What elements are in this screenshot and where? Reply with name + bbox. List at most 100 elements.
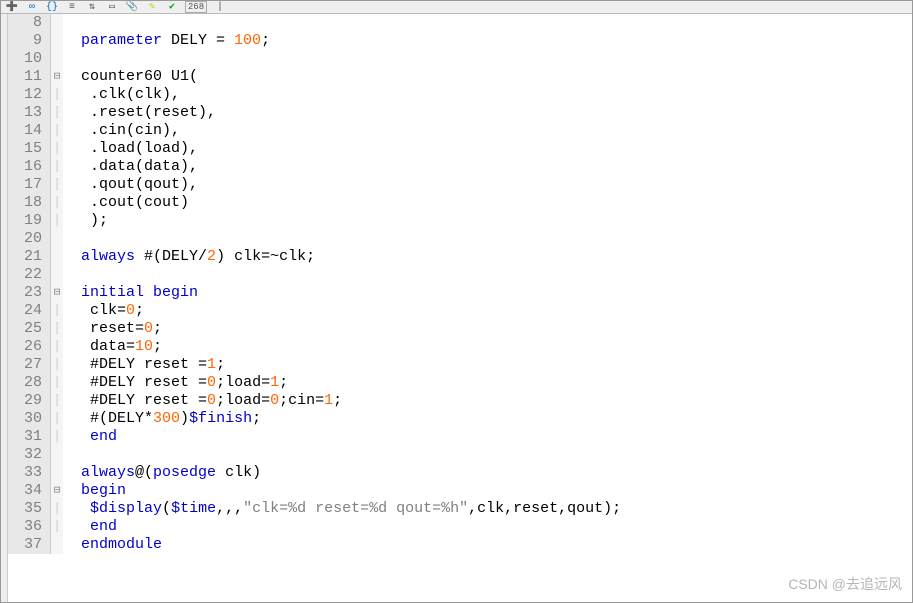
- code-line[interactable]: 10: [8, 50, 912, 68]
- code-text[interactable]: .clk(clk),: [63, 86, 912, 104]
- fold-marker: [51, 230, 63, 248]
- code-text[interactable]: #(DELY*300)$finish;: [63, 410, 912, 428]
- split-icon[interactable]: ≡: [65, 2, 79, 12]
- code-line[interactable]: 15│ .load(load),: [8, 140, 912, 158]
- code-line[interactable]: 18│ .cout(cout): [8, 194, 912, 212]
- code-line[interactable]: 33 always@(posedge clk): [8, 464, 912, 482]
- code-line[interactable]: 37 endmodule: [8, 536, 912, 554]
- code-text[interactable]: #DELY reset =1;: [63, 356, 912, 374]
- code-line[interactable]: 32: [8, 446, 912, 464]
- code-text[interactable]: [63, 266, 912, 284]
- code-line[interactable]: 9 parameter DELY = 100;: [8, 32, 912, 50]
- code-text[interactable]: $display($time,,,"clk=%d reset=%d qout=%…: [63, 500, 912, 518]
- code-line[interactable]: 29│ #DELY reset =0;load=0;cin=1;: [8, 392, 912, 410]
- code-line[interactable]: 23⊟ initial begin: [8, 284, 912, 302]
- code-editor[interactable]: 89 parameter DELY = 100;1011⊟ counter60 …: [1, 14, 912, 602]
- code-line[interactable]: 34⊟ begin: [8, 482, 912, 500]
- fold-marker: │: [51, 86, 63, 104]
- code-text[interactable]: [63, 446, 912, 464]
- code-line[interactable]: 22: [8, 266, 912, 284]
- code-line[interactable]: 31│ end: [8, 428, 912, 446]
- sort-icon[interactable]: ⇅: [85, 2, 99, 12]
- code-line[interactable]: 24│ clk=0;: [8, 302, 912, 320]
- code-line[interactable]: 11⊟ counter60 U1(: [8, 68, 912, 86]
- fold-marker: │: [51, 302, 63, 320]
- line-number: 9: [8, 32, 51, 50]
- code-text[interactable]: counter60 U1(: [63, 68, 912, 86]
- code-text[interactable]: always@(posedge clk): [63, 464, 912, 482]
- line-number: 37: [8, 536, 51, 554]
- line-number: 34: [8, 482, 51, 500]
- code-line[interactable]: 12│ .clk(clk),: [8, 86, 912, 104]
- fold-marker[interactable]: ⊟: [51, 68, 63, 86]
- code-text[interactable]: clk=0;: [63, 302, 912, 320]
- code-area[interactable]: 89 parameter DELY = 100;1011⊟ counter60 …: [8, 14, 912, 602]
- fold-marker[interactable]: ⊟: [51, 482, 63, 500]
- brush-icon[interactable]: ✎: [145, 2, 159, 12]
- code-line[interactable]: 26│ data=10;: [8, 338, 912, 356]
- code-line[interactable]: 25│ reset=0;: [8, 320, 912, 338]
- code-line[interactable]: 30│ #(DELY*300)$finish;: [8, 410, 912, 428]
- line-number: 27: [8, 356, 51, 374]
- code-text[interactable]: .qout(qout),: [63, 176, 912, 194]
- code-line[interactable]: 21 always #(DELY/2) clk=~clk;: [8, 248, 912, 266]
- code-line[interactable]: 27│ #DELY reset =1;: [8, 356, 912, 374]
- code-line[interactable]: 14│ .cin(cin),: [8, 122, 912, 140]
- line-number: 13: [8, 104, 51, 122]
- code-text[interactable]: );: [63, 212, 912, 230]
- code-text[interactable]: [63, 50, 912, 68]
- code-line[interactable]: 17│ .qout(qout),: [8, 176, 912, 194]
- code-text[interactable]: begin: [63, 482, 912, 500]
- fold-marker: │: [51, 104, 63, 122]
- box-icon[interactable]: ▭: [105, 2, 119, 12]
- attach-icon[interactable]: 📎: [125, 2, 139, 12]
- line-number: 36: [8, 518, 51, 536]
- code-line[interactable]: 16│ .data(data),: [8, 158, 912, 176]
- line-number: 22: [8, 266, 51, 284]
- code-text[interactable]: end: [63, 518, 912, 536]
- code-line[interactable]: 13│ .reset(reset),: [8, 104, 912, 122]
- line-number: 8: [8, 14, 51, 32]
- braces-icon[interactable]: ∞: [25, 2, 39, 12]
- brace-pair-icon[interactable]: {}: [45, 2, 59, 12]
- fold-marker: [51, 446, 63, 464]
- code-text[interactable]: initial begin: [63, 284, 912, 302]
- code-text[interactable]: .reset(reset),: [63, 104, 912, 122]
- code-text[interactable]: #DELY reset =0;load=1;: [63, 374, 912, 392]
- line-number: 19: [8, 212, 51, 230]
- code-text[interactable]: .data(data),: [63, 158, 912, 176]
- code-text[interactable]: .cin(cin),: [63, 122, 912, 140]
- line-number: 28: [8, 374, 51, 392]
- line-number: 31: [8, 428, 51, 446]
- code-line[interactable]: 19│ );: [8, 212, 912, 230]
- code-text[interactable]: [63, 14, 912, 32]
- code-text[interactable]: .cout(cout): [63, 194, 912, 212]
- plus-icon[interactable]: ➕: [5, 2, 19, 12]
- fold-marker: [51, 50, 63, 68]
- code-text[interactable]: end: [63, 428, 912, 446]
- code-text[interactable]: parameter DELY = 100;: [63, 32, 912, 50]
- code-text[interactable]: .load(load),: [63, 140, 912, 158]
- line-number: 30: [8, 410, 51, 428]
- code-line[interactable]: 36│ end: [8, 518, 912, 536]
- fold-marker: │: [51, 176, 63, 194]
- fold-marker: │: [51, 410, 63, 428]
- check-icon[interactable]: ✔: [165, 2, 179, 12]
- code-line[interactable]: 20: [8, 230, 912, 248]
- margin-strip: [1, 14, 8, 602]
- code-text[interactable]: reset=0;: [63, 320, 912, 338]
- code-line[interactable]: 8: [8, 14, 912, 32]
- fold-marker: │: [51, 158, 63, 176]
- line-number-box[interactable]: 268: [185, 1, 207, 13]
- line-number: 10: [8, 50, 51, 68]
- code-text[interactable]: always #(DELY/2) clk=~clk;: [63, 248, 912, 266]
- line-number: 15: [8, 140, 51, 158]
- code-line[interactable]: 28│ #DELY reset =0;load=1;: [8, 374, 912, 392]
- code-text[interactable]: #DELY reset =0;load=0;cin=1;: [63, 392, 912, 410]
- fold-marker[interactable]: ⊟: [51, 284, 63, 302]
- code-line[interactable]: 35│ $display($time,,,"clk=%d reset=%d qo…: [8, 500, 912, 518]
- code-text[interactable]: data=10;: [63, 338, 912, 356]
- fold-marker: [51, 464, 63, 482]
- code-text[interactable]: endmodule: [63, 536, 912, 554]
- code-text[interactable]: [63, 230, 912, 248]
